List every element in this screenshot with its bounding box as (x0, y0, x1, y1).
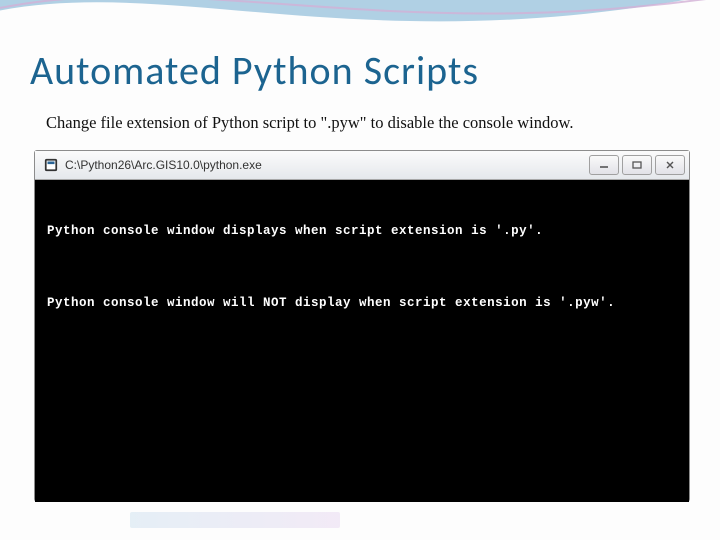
maximize-icon (632, 161, 642, 169)
minimize-button[interactable] (589, 155, 619, 175)
console-line: Python console window will NOT display w… (47, 296, 677, 310)
console-line: Python console window displays when scri… (47, 224, 677, 238)
python-console-icon (43, 157, 59, 173)
window-title: C:\Python26\Arc.GIS10.0\python.exe (65, 158, 262, 172)
overlay-note-2: The extension can also be .pyw, in that … (116, 406, 676, 442)
maximize-button[interactable] (622, 155, 652, 175)
overlay-source: Source: http://docs.python.org/2/tutoria… (116, 460, 536, 478)
close-icon (665, 161, 675, 169)
decorative-accent (130, 512, 340, 528)
minimize-icon (599, 161, 609, 169)
close-button[interactable] (655, 155, 685, 175)
slide-subtitle: Change file extension of Python script t… (46, 113, 680, 133)
slide-title: Automated Python Scripts (30, 46, 479, 95)
window-titlebar: C:\Python26\Arc.GIS10.0\python.exe (35, 151, 689, 180)
console-window: C:\Python26\Arc.GIS10.0\python.exe Pytho… (34, 150, 690, 502)
overlay-note-1: On Windows systems, there is no notion o… (116, 336, 624, 390)
